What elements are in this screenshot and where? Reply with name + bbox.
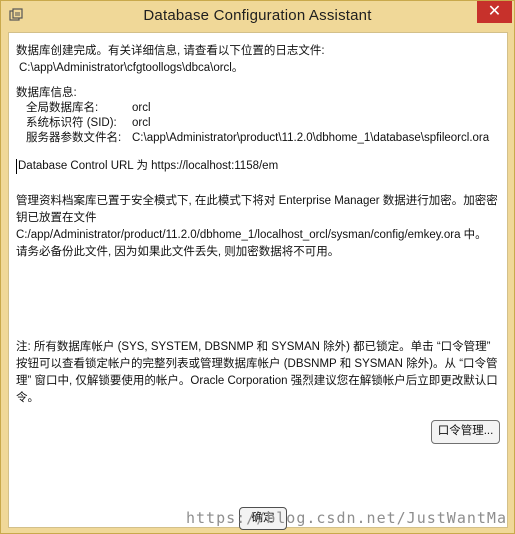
account-lock-note: 注: 所有数据库帐户 (SYS, SYSTEM, DBSNMP 和 SYSMAN… — [16, 341, 498, 404]
log-path: C:\app\Administrator\cfgtoollogs\dbca\or… — [19, 62, 244, 74]
text-caret — [16, 159, 17, 174]
dbca-window: Database Configuration Assistant ✕ 数据库创建… — [0, 0, 515, 534]
spfile-value: C:\app\Administrator\product\11.2.0\dbho… — [132, 132, 490, 144]
close-icon[interactable]: ✕ — [488, 3, 501, 20]
db-info-header: 数据库信息: — [16, 87, 77, 99]
title-bar[interactable]: Database Configuration Assistant ✕ — [1, 1, 514, 31]
global-db-name-label: 全局数据库名: — [26, 102, 99, 114]
watermark: https://blog.csdn.net/JustWantMa — [186, 509, 507, 527]
sid-value: orcl — [132, 117, 151, 129]
password-management-button[interactable]: 口令管理... — [431, 420, 500, 444]
secure-mode-text: 管理资料档案库已置于安全模式下, 在此模式下将对 Enterprise Mana… — [16, 195, 498, 258]
em-url-line: Database Control URL 为 https://localhost… — [18, 160, 279, 172]
global-db-name-value: orcl — [132, 102, 151, 114]
close-button[interactable]: ✕ — [477, 1, 512, 23]
intro-line: 数据库创建完成。有关详细信息, 请查看以下位置的日志文件: — [16, 45, 325, 57]
spfile-label: 服务器参数文件名: — [26, 132, 122, 144]
message-panel: 数据库创建完成。有关详细信息, 请查看以下位置的日志文件: C:\app\Adm… — [8, 32, 508, 530]
window-title: Database Configuration Assistant — [143, 7, 372, 24]
sid-label: 系统标识符 (SID): — [26, 117, 117, 129]
